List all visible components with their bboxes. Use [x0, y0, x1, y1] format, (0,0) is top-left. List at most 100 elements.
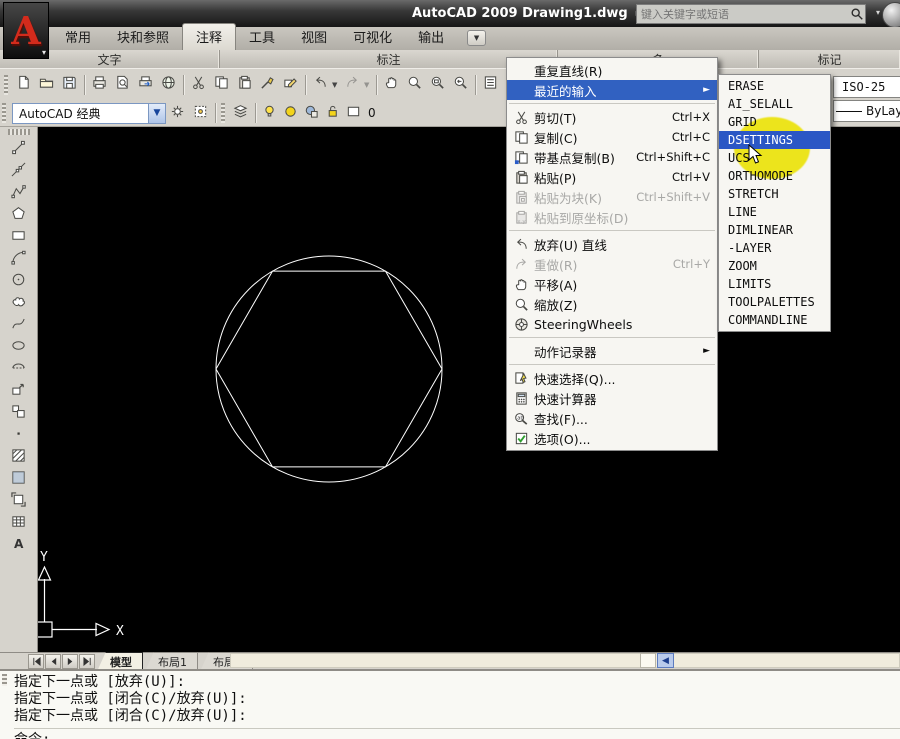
circle-entity[interactable] — [216, 256, 442, 482]
hatch-tool-button[interactable] — [6, 446, 32, 468]
revision-cloud-tool-button[interactable] — [6, 292, 32, 314]
line-tool-button[interactable] — [6, 138, 32, 160]
toolbar-grip[interactable] — [8, 129, 30, 135]
workspace-select[interactable]: AutoCAD 经典▼ — [12, 103, 166, 124]
horizontal-scrollbar-track[interactable] — [230, 653, 900, 668]
recent-command--layer[interactable]: -LAYER — [719, 239, 830, 257]
spline-tool-button[interactable] — [6, 314, 32, 336]
ribbon-tab-1[interactable]: 常用 — [52, 24, 104, 50]
recent-command-erase[interactable]: ERASE — [719, 77, 830, 95]
zoom-window-button[interactable] — [426, 73, 449, 96]
redo-button[interactable] — [341, 73, 364, 96]
menu-browser-button[interactable]: A ▾ — [3, 2, 49, 59]
menu-item-paste-to-original-coords[interactable]: x,y粘贴到原坐标(D) — [507, 207, 717, 227]
menu-item-redo[interactable]: 重做(R)Ctrl+Y — [507, 254, 717, 274]
menu-item-find[interactable]: ab查找(F)... — [507, 408, 717, 428]
save-button[interactable] — [58, 73, 81, 96]
point-tool-button[interactable] — [6, 424, 32, 446]
menu-item-cut[interactable]: 剪切(T)Ctrl+X — [507, 107, 717, 127]
pan-button[interactable] — [380, 73, 403, 96]
ribbon-tab-7[interactable]: 输出 — [405, 24, 457, 50]
region-tool-button[interactable] — [6, 490, 32, 512]
menu-item-copy[interactable]: 复制(C)Ctrl+C — [507, 127, 717, 147]
toolbar-grip[interactable] — [4, 75, 8, 95]
menu-item-copy-with-base-point[interactable]: 带基点复制(B)Ctrl+Shift+C — [507, 147, 717, 167]
ellipse-tool-button[interactable] — [6, 336, 32, 358]
toolbar-grip[interactable] — [221, 103, 225, 123]
menu-item-paste[interactable]: 粘贴(P)Ctrl+V — [507, 167, 717, 187]
recent-command-line[interactable]: LINE — [719, 203, 830, 221]
bulb-on-toggle[interactable] — [259, 103, 280, 124]
command-window-grip[interactable] — [2, 674, 7, 686]
chevron-down-icon[interactable]: ▼ — [148, 104, 165, 123]
recent-command-grid[interactable]: GRID — [719, 113, 830, 131]
recent-command-stretch[interactable]: STRETCH — [719, 185, 830, 203]
ellipse-arc-tool-button[interactable] — [6, 358, 32, 380]
redo-dropdown-icon[interactable]: ▼ — [364, 81, 373, 89]
multiline-text-tool-button[interactable]: A — [6, 534, 32, 556]
last-tab-button[interactable] — [79, 654, 95, 669]
print-preview-button[interactable] — [111, 73, 134, 96]
cut-button[interactable] — [187, 73, 210, 96]
linetype-combo[interactable]: ByLayer — [833, 100, 900, 122]
lock-unlock-toggle[interactable] — [322, 103, 343, 124]
layer-shade-toggle[interactable] — [301, 103, 322, 124]
recent-command-orthomode[interactable]: ORTHOMODE — [719, 167, 830, 185]
communication-center-icon[interactable] — [882, 2, 900, 28]
freeze-sun-toggle[interactable] — [280, 103, 301, 124]
search-dropdown-icon[interactable]: ▾ — [876, 8, 880, 17]
ribbon-tab-6[interactable]: 可视化 — [340, 24, 405, 50]
search-icon[interactable] — [849, 7, 865, 21]
construction-line-tool-button[interactable] — [6, 160, 32, 182]
block-editor-button[interactable] — [279, 73, 302, 96]
recent-command-zoom[interactable]: ZOOM — [719, 257, 830, 275]
infocenter-search[interactable] — [636, 4, 866, 24]
menu-item-paste-as-block[interactable]: 粘贴为块(K)Ctrl+Shift+V — [507, 187, 717, 207]
recent-command-dimlinear[interactable]: DIMLINEAR — [719, 221, 830, 239]
undo-button[interactable] — [309, 73, 332, 96]
print-button[interactable] — [88, 73, 111, 96]
recent-command-ucs[interactable]: UCS — [719, 149, 830, 167]
match-properties-button[interactable] — [256, 73, 279, 96]
polygon-tool-button[interactable] — [6, 204, 32, 226]
recent-command-ai_selall[interactable]: AI_SELALL — [719, 95, 830, 113]
workspace-settings-button[interactable] — [166, 102, 189, 125]
scroll-left-button[interactable]: ◀ — [657, 653, 674, 668]
command-window[interactable]: 指定下一点或 [放弃(U)]:指定下一点或 [闭合(C)/放弃(U)]:指定下一… — [0, 669, 900, 739]
qnew-button[interactable] — [12, 73, 35, 96]
toolbar-grip[interactable] — [2, 103, 6, 123]
dimension-style-combo[interactable]: ISO-25 — [833, 76, 900, 98]
insert-block-tool-button[interactable] — [6, 380, 32, 402]
previous-tab-button[interactable] — [45, 654, 61, 669]
horizontal-scrollbar-thumb[interactable] — [640, 653, 656, 668]
properties-button[interactable] — [479, 73, 502, 96]
ribbon-tab-5[interactable]: 视图 — [288, 24, 340, 50]
first-tab-button[interactable] — [28, 654, 44, 669]
ribbon-tab-2[interactable]: 块和参照 — [104, 24, 182, 50]
open-button[interactable] — [35, 73, 58, 96]
table-tool-button[interactable] — [6, 512, 32, 534]
ribbon-more-tabs-button[interactable]: ▼ — [467, 30, 486, 46]
recent-command-toolpalettes[interactable]: TOOLPALETTES — [719, 293, 830, 311]
recent-command-limits[interactable]: LIMITS — [719, 275, 830, 293]
clean-screen-button[interactable] — [189, 102, 212, 125]
arc-tool-button[interactable] — [6, 248, 32, 270]
paste-button[interactable] — [233, 73, 256, 96]
menu-item-recent-input[interactable]: 最近的输入► — [507, 80, 717, 100]
search-input[interactable] — [637, 8, 849, 21]
undo-dropdown-icon[interactable]: ▼ — [332, 81, 341, 89]
gradient-tool-button[interactable] — [6, 468, 32, 490]
next-tab-button[interactable] — [62, 654, 78, 669]
menu-item-quick-select[interactable]: 快速选择(Q)... — [507, 368, 717, 388]
circle-tool-button[interactable] — [6, 270, 32, 292]
menu-item-quick-calc[interactable]: 快速计算器 — [507, 388, 717, 408]
zoom-realtime-button[interactable] — [403, 73, 426, 96]
make-block-tool-button[interactable] — [6, 402, 32, 424]
hexagon-entity[interactable] — [216, 271, 442, 467]
layer-properties-button[interactable] — [229, 102, 252, 125]
plot-button[interactable] — [134, 73, 157, 96]
ribbon-tab-3[interactable]: 注释 — [182, 23, 236, 50]
recent-command-dsettings[interactable]: DSETTINGS — [719, 131, 830, 149]
menu-item-zoom[interactable]: 缩放(Z) — [507, 294, 717, 314]
menu-item-options[interactable]: 选项(O)... — [507, 428, 717, 448]
